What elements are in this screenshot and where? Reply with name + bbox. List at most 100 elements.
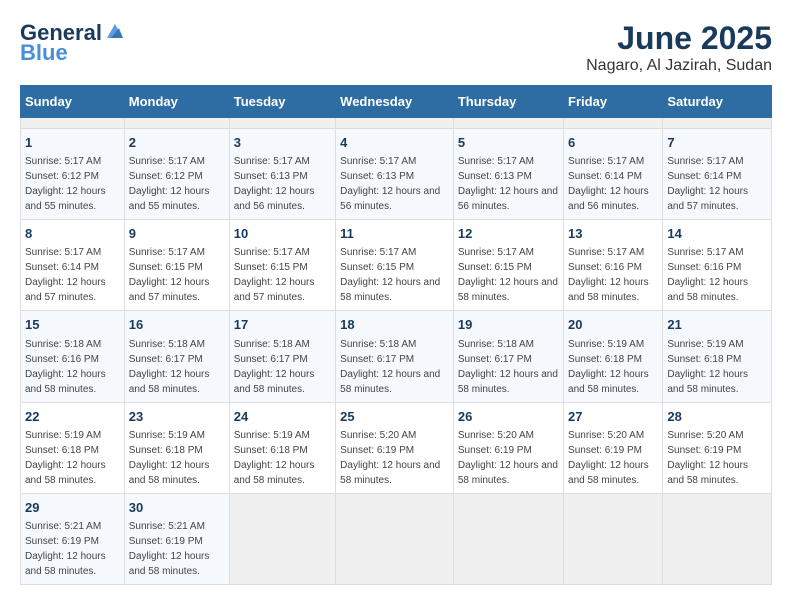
sunrise-text: Sunrise: 5:17 AM xyxy=(340,247,416,258)
sunset-text: Sunset: 6:15 PM xyxy=(458,262,532,273)
day-number: 1 xyxy=(25,134,120,152)
table-row xyxy=(453,118,563,129)
table-row: 16 Sunrise: 5:18 AM Sunset: 6:17 PM Dayl… xyxy=(124,311,229,402)
table-row: 23 Sunrise: 5:19 AM Sunset: 6:18 PM Dayl… xyxy=(124,402,229,493)
sunset-text: Sunset: 6:12 PM xyxy=(129,171,203,182)
sunrise-text: Sunrise: 5:19 AM xyxy=(129,430,205,441)
sunset-text: Sunset: 6:14 PM xyxy=(25,262,99,273)
day-number: 9 xyxy=(129,225,225,243)
sunset-text: Sunset: 6:18 PM xyxy=(234,445,308,456)
month-year-title: June 2025 xyxy=(586,20,772,57)
daylight-text: Daylight: 12 hours and 58 minutes. xyxy=(458,369,558,395)
sunrise-text: Sunrise: 5:20 AM xyxy=(568,430,644,441)
sunset-text: Sunset: 6:13 PM xyxy=(234,171,308,182)
sunset-text: Sunset: 6:15 PM xyxy=(129,262,203,273)
header-friday: Friday xyxy=(564,86,663,118)
header-sunday: Sunday xyxy=(21,86,125,118)
header-tuesday: Tuesday xyxy=(229,86,335,118)
sunset-text: Sunset: 6:19 PM xyxy=(129,536,203,547)
calendar-week-row: 1 Sunrise: 5:17 AM Sunset: 6:12 PM Dayli… xyxy=(21,129,772,220)
sunset-text: Sunset: 6:17 PM xyxy=(129,354,203,365)
calendar-week-row: 15 Sunrise: 5:18 AM Sunset: 6:16 PM Dayl… xyxy=(21,311,772,402)
table-row: 13 Sunrise: 5:17 AM Sunset: 6:16 PM Dayl… xyxy=(564,220,663,311)
title-area: June 2025 Nagaro, Al Jazirah, Sudan xyxy=(586,20,772,75)
sunset-text: Sunset: 6:19 PM xyxy=(340,445,414,456)
daylight-text: Daylight: 12 hours and 55 minutes. xyxy=(25,186,106,212)
calendar-header-row: Sunday Monday Tuesday Wednesday Thursday… xyxy=(21,86,772,118)
table-row: 22 Sunrise: 5:19 AM Sunset: 6:18 PM Dayl… xyxy=(21,402,125,493)
sunset-text: Sunset: 6:16 PM xyxy=(568,262,642,273)
table-row: 15 Sunrise: 5:18 AM Sunset: 6:16 PM Dayl… xyxy=(21,311,125,402)
sunrise-text: Sunrise: 5:17 AM xyxy=(129,247,205,258)
daylight-text: Daylight: 12 hours and 58 minutes. xyxy=(568,460,649,486)
sunrise-text: Sunrise: 5:18 AM xyxy=(458,339,534,350)
page-header: General Blue June 2025 Nagaro, Al Jazira… xyxy=(20,20,772,75)
sunset-text: Sunset: 6:15 PM xyxy=(340,262,414,273)
sunset-text: Sunset: 6:17 PM xyxy=(458,354,532,365)
daylight-text: Daylight: 12 hours and 58 minutes. xyxy=(667,277,748,303)
logo: General Blue xyxy=(20,20,125,66)
table-row xyxy=(663,118,772,129)
table-row xyxy=(229,493,335,584)
day-number: 8 xyxy=(25,225,120,243)
calendar-week-row: 29 Sunrise: 5:21 AM Sunset: 6:19 PM Dayl… xyxy=(21,493,772,584)
sunrise-text: Sunrise: 5:18 AM xyxy=(234,339,310,350)
table-row xyxy=(564,118,663,129)
logo-blue-text: Blue xyxy=(20,40,68,66)
sunset-text: Sunset: 6:14 PM xyxy=(667,171,741,182)
sunrise-text: Sunrise: 5:17 AM xyxy=(568,247,644,258)
day-number: 6 xyxy=(568,134,658,152)
daylight-text: Daylight: 12 hours and 58 minutes. xyxy=(234,460,315,486)
daylight-text: Daylight: 12 hours and 56 minutes. xyxy=(568,186,649,212)
day-number: 7 xyxy=(667,134,767,152)
sunrise-text: Sunrise: 5:21 AM xyxy=(25,521,101,532)
table-row xyxy=(229,118,335,129)
table-row: 25 Sunrise: 5:20 AM Sunset: 6:19 PM Dayl… xyxy=(336,402,454,493)
daylight-text: Daylight: 12 hours and 57 minutes. xyxy=(25,277,106,303)
table-row: 17 Sunrise: 5:18 AM Sunset: 6:17 PM Dayl… xyxy=(229,311,335,402)
sunset-text: Sunset: 6:19 PM xyxy=(458,445,532,456)
daylight-text: Daylight: 12 hours and 56 minutes. xyxy=(458,186,558,212)
day-number: 26 xyxy=(458,408,559,426)
sunrise-text: Sunrise: 5:17 AM xyxy=(667,247,743,258)
daylight-text: Daylight: 12 hours and 58 minutes. xyxy=(340,277,440,303)
day-number: 19 xyxy=(458,316,559,334)
daylight-text: Daylight: 12 hours and 58 minutes. xyxy=(129,551,210,577)
sunset-text: Sunset: 6:15 PM xyxy=(234,262,308,273)
day-number: 18 xyxy=(340,316,449,334)
sunrise-text: Sunrise: 5:17 AM xyxy=(25,156,101,167)
day-number: 13 xyxy=(568,225,658,243)
day-number: 17 xyxy=(234,316,331,334)
table-row: 6 Sunrise: 5:17 AM Sunset: 6:14 PM Dayli… xyxy=(564,129,663,220)
day-number: 11 xyxy=(340,225,449,243)
table-row: 5 Sunrise: 5:17 AM Sunset: 6:13 PM Dayli… xyxy=(453,129,563,220)
sunrise-text: Sunrise: 5:17 AM xyxy=(234,247,310,258)
daylight-text: Daylight: 12 hours and 58 minutes. xyxy=(568,369,649,395)
table-row: 3 Sunrise: 5:17 AM Sunset: 6:13 PM Dayli… xyxy=(229,129,335,220)
sunrise-text: Sunrise: 5:19 AM xyxy=(568,339,644,350)
table-row: 12 Sunrise: 5:17 AM Sunset: 6:15 PM Dayl… xyxy=(453,220,563,311)
daylight-text: Daylight: 12 hours and 58 minutes. xyxy=(667,460,748,486)
table-row: 9 Sunrise: 5:17 AM Sunset: 6:15 PM Dayli… xyxy=(124,220,229,311)
day-number: 14 xyxy=(667,225,767,243)
sunset-text: Sunset: 6:14 PM xyxy=(568,171,642,182)
table-row xyxy=(564,493,663,584)
sunrise-text: Sunrise: 5:19 AM xyxy=(667,339,743,350)
sunrise-text: Sunrise: 5:17 AM xyxy=(234,156,310,167)
day-number: 21 xyxy=(667,316,767,334)
sunrise-text: Sunrise: 5:19 AM xyxy=(234,430,310,441)
daylight-text: Daylight: 12 hours and 58 minutes. xyxy=(340,460,440,486)
day-number: 30 xyxy=(129,499,225,517)
sunset-text: Sunset: 6:18 PM xyxy=(25,445,99,456)
day-number: 5 xyxy=(458,134,559,152)
day-number: 3 xyxy=(234,134,331,152)
sunset-text: Sunset: 6:18 PM xyxy=(568,354,642,365)
logo-icon xyxy=(105,22,125,40)
sunset-text: Sunset: 6:16 PM xyxy=(667,262,741,273)
sunset-text: Sunset: 6:17 PM xyxy=(234,354,308,365)
sunrise-text: Sunrise: 5:18 AM xyxy=(25,339,101,350)
day-number: 27 xyxy=(568,408,658,426)
sunset-text: Sunset: 6:13 PM xyxy=(340,171,414,182)
day-number: 16 xyxy=(129,316,225,334)
daylight-text: Daylight: 12 hours and 58 minutes. xyxy=(129,369,210,395)
